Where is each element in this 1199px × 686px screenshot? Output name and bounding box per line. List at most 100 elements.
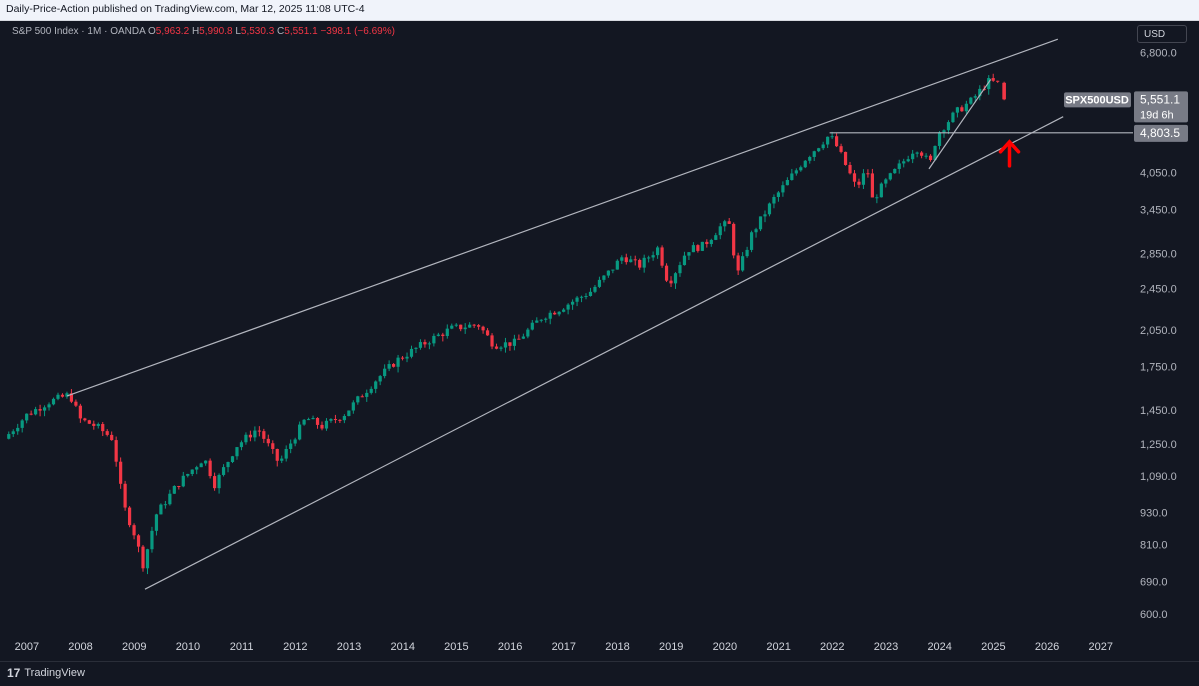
candle-body — [817, 148, 821, 152]
candle-body — [302, 419, 306, 425]
candle-body — [682, 255, 687, 266]
price-chart[interactable]: 6,800.0 4,050.0 3,450.0 2,850.0 2,450.0 2,050… — [0, 0, 1199, 685]
candle-body — [275, 448, 279, 461]
candle-body — [154, 514, 159, 531]
time-axis: 2007 2008 2009 2010 2011 2012 2013 2014 2015 2016… — [15, 641, 1113, 653]
candle-body — [374, 381, 378, 389]
candle-body — [790, 173, 794, 180]
tradingview-logo-icon: 17 — [7, 666, 21, 680]
candle-body — [190, 469, 194, 475]
candle-body — [937, 132, 942, 146]
y-tick-label: 1,090.0 — [1140, 471, 1177, 483]
legend-open-label: O — [148, 26, 156, 37]
candle-body — [342, 416, 346, 421]
candle-body — [808, 156, 812, 161]
candle-body — [584, 295, 588, 297]
x-tick-label: 2022 — [820, 641, 844, 653]
candle-body — [74, 401, 78, 406]
candle-body — [575, 297, 579, 302]
candle-body — [463, 327, 467, 330]
candle-body — [794, 170, 798, 174]
candle-body — [535, 320, 539, 323]
candle-body — [758, 216, 763, 230]
candle-body — [441, 334, 445, 337]
candle-body — [29, 413, 33, 415]
candle-body — [678, 265, 682, 274]
x-tick-label: 2016 — [498, 641, 522, 653]
candle-body — [839, 146, 843, 152]
y-tick-label: 2,850.0 — [1140, 249, 1177, 261]
candle-body — [955, 107, 960, 113]
candle-body — [400, 357, 405, 359]
candle-body — [114, 440, 118, 462]
candle-body — [42, 407, 47, 411]
candle-body — [656, 247, 660, 256]
candle-body — [208, 460, 212, 477]
candle-body — [418, 342, 423, 348]
candle-body — [834, 136, 839, 147]
candle-body — [776, 192, 781, 197]
candle-body — [195, 467, 199, 470]
candle-body — [7, 434, 11, 439]
candle-body — [548, 312, 552, 319]
candle-body — [293, 439, 297, 444]
legend-symbol: S&P 500 Index · 1M · OANDA — [12, 26, 146, 37]
candle-body — [199, 463, 203, 468]
tradingview-logo[interactable]: 17 TradingView — [7, 666, 85, 680]
x-tick-label: 2020 — [713, 641, 737, 653]
candle-body — [512, 338, 517, 346]
candle-body-current — [1002, 82, 1006, 100]
candle-body — [499, 347, 503, 349]
x-tick-label: 2024 — [927, 641, 951, 653]
candle-body — [391, 364, 396, 367]
candle-body — [553, 312, 557, 315]
candle-body — [101, 424, 105, 432]
candle-body — [772, 196, 776, 204]
x-tick-label: 2014 — [390, 641, 414, 653]
candle-body — [830, 136, 834, 138]
candle-body — [383, 368, 387, 377]
y-tick-label: 1,450.0 — [1140, 405, 1177, 417]
x-tick-label: 2026 — [1035, 641, 1059, 653]
candle-body — [324, 420, 329, 429]
candle-body — [16, 427, 20, 432]
candle-body — [861, 173, 866, 185]
candles — [7, 73, 1006, 575]
currency-button[interactable]: USD — [1137, 25, 1187, 43]
candle-body — [329, 419, 333, 421]
y-tick-label: 600.0 — [1140, 609, 1168, 621]
candle-body — [812, 151, 816, 157]
candle-body — [221, 467, 226, 475]
candle-body — [230, 456, 235, 462]
candle-body — [360, 396, 364, 398]
candle-body — [669, 280, 673, 284]
x-tick-label: 2019 — [659, 641, 683, 653]
legend-open: 5,963.2 — [155, 26, 190, 37]
candle-body — [150, 530, 154, 550]
candle-body — [490, 335, 494, 347]
x-tick-label: 2007 — [15, 641, 39, 653]
x-tick-label: 2021 — [766, 641, 790, 653]
legend-change: −398.1 (−6.69%) — [320, 26, 395, 37]
candle-body — [875, 197, 879, 199]
candle-body — [338, 419, 342, 421]
candle-body — [763, 214, 767, 217]
candle-body — [664, 265, 669, 281]
candle-body — [25, 413, 29, 421]
candle-body — [351, 402, 355, 411]
x-tick-label: 2013 — [337, 641, 361, 653]
candle-body — [781, 185, 785, 193]
candle-body — [749, 232, 754, 250]
candle-body — [378, 376, 382, 382]
candle-body — [239, 442, 244, 448]
candle-body — [333, 419, 338, 421]
candle-body — [557, 311, 561, 315]
candle-body — [266, 438, 270, 444]
candle-body — [911, 153, 915, 160]
candle-body — [526, 329, 530, 337]
candle-body — [217, 474, 221, 489]
candle-body — [365, 392, 369, 397]
candle-body — [78, 405, 82, 419]
candle-body — [271, 443, 275, 449]
candle-body — [262, 431, 266, 439]
